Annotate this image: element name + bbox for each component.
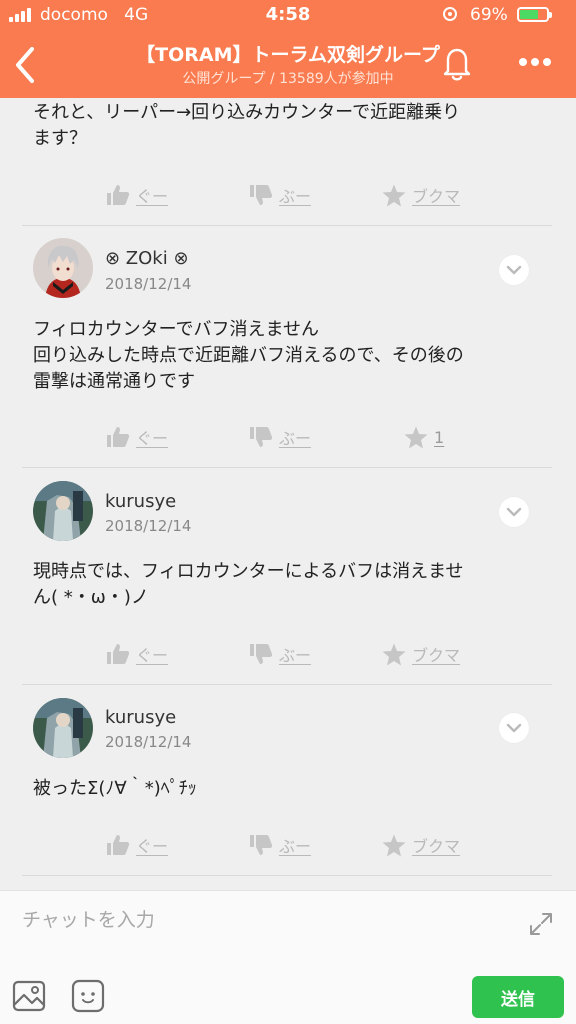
bookmark-button[interactable]: ブクマ [382, 825, 460, 865]
star-icon [382, 184, 406, 206]
bookmark-button[interactable]: 1 [404, 417, 444, 457]
thumbs-up-icon [107, 185, 130, 205]
chevron-left-icon [16, 47, 34, 83]
bookmark-label: ブクマ [412, 837, 461, 856]
back-button[interactable] [12, 45, 38, 85]
post-menu-button[interactable] [499, 255, 529, 285]
divider [22, 467, 552, 468]
orientation-lock-icon [443, 7, 457, 21]
battery-fill [520, 10, 538, 19]
boo-label: ぶー [279, 429, 312, 448]
good-button[interactable]: ぐー [106, 175, 168, 215]
sticker-face-icon [71, 979, 105, 1013]
username[interactable]: kurusye [105, 491, 176, 512]
star-icon [382, 643, 406, 665]
thumbs-up-icon [107, 644, 130, 664]
avatar[interactable] [33, 238, 93, 298]
bookmark-button[interactable]: ブクマ [382, 634, 460, 674]
boo-label: ぶー [279, 646, 312, 665]
post-menu-button[interactable] [499, 713, 529, 743]
username[interactable]: ⊗ ZOki ⊗ [105, 248, 189, 269]
chat-input-area: 送信 [0, 890, 576, 1024]
expand-button[interactable] [528, 911, 554, 937]
good-label: ぐー [136, 187, 169, 206]
status-bar: docomo 4G 4:58 69% [0, 0, 576, 32]
boo-button[interactable]: ぶー [249, 634, 311, 674]
thumbs-up-icon [107, 835, 130, 855]
image-icon [12, 980, 46, 1012]
chevron-down-icon [506, 507, 522, 517]
username[interactable]: kurusye [105, 707, 176, 728]
good-button[interactable]: ぐー [106, 417, 168, 457]
boo-label: ぶー [279, 837, 312, 856]
post-date: 2018/12/14 [105, 275, 192, 293]
divider [22, 225, 552, 226]
app-header: docomo 4G 4:58 69% 【TORAM】トーラム双剣グループ 公開グ… [0, 0, 576, 98]
reaction-bar: ぐー ぶー ブクマ [0, 634, 576, 674]
boo-label: ぶー [279, 187, 312, 206]
battery-percent: 69% [470, 5, 508, 25]
comment-feed[interactable]: それと、リーパー→回り込みカウンターで近距離乗り ます？ ぐー ぶー ブクマ ⊗… [0, 98, 576, 890]
reaction-bar: ぐー ぶー 1 [0, 417, 576, 457]
thumbs-down-icon [250, 835, 273, 855]
expand-arrows-icon [530, 913, 552, 935]
chat-input[interactable] [20, 901, 514, 939]
thumbs-down-icon [250, 185, 273, 205]
battery-icon [517, 7, 552, 22]
thumbs-up-icon [107, 427, 130, 447]
bookmark-label: ブクマ [412, 646, 461, 665]
thumbs-down-icon [250, 644, 273, 664]
chevron-down-icon [506, 723, 522, 733]
bookmark-label: ブクマ [412, 187, 461, 206]
post-date: 2018/12/14 [105, 733, 192, 751]
sticker-button[interactable] [71, 979, 105, 1013]
bookmark-count: 1 [434, 427, 445, 447]
good-button[interactable]: ぐー [106, 825, 168, 865]
post-text: 被ったΣ(ﾉ∀｀*)ﾍﾟﾁｯ [33, 778, 197, 799]
boo-button[interactable]: ぶー [249, 175, 311, 215]
reaction-bar: ぐー ぶー ブクマ [0, 175, 576, 215]
avatar[interactable] [33, 481, 93, 541]
good-button[interactable]: ぐー [106, 634, 168, 674]
divider [22, 684, 552, 685]
bookmark-button[interactable]: ブクマ [382, 175, 460, 215]
boo-button[interactable]: ぶー [249, 825, 311, 865]
post-text: それと、リーパー→回り込みカウンターで近距離乗り ます？ [33, 102, 461, 149]
post-menu-button[interactable] [499, 497, 529, 527]
post-text: フィロカウンターでバフ消えません 回り込みした時点で近距離バフ消えるので、その後… [33, 319, 464, 392]
chevron-down-icon [506, 265, 522, 275]
star-icon [404, 426, 428, 448]
notification-button[interactable] [439, 44, 475, 82]
bell-icon [443, 48, 471, 81]
image-button[interactable] [12, 979, 46, 1013]
boo-button[interactable]: ぶー [249, 417, 311, 457]
post-date: 2018/12/14 [105, 517, 192, 535]
more-options-button[interactable] [515, 52, 555, 72]
thumbs-down-icon [250, 427, 273, 447]
divider [22, 875, 552, 876]
post-text: 現時点では、フィロカウンターによるバフは消えませ ん( *・ω・)ノ [33, 561, 464, 608]
star-icon [382, 834, 406, 856]
more-dots-icon [519, 58, 551, 66]
good-label: ぐー [136, 646, 169, 665]
reaction-bar: ぐー ぶー ブクマ [0, 825, 576, 865]
send-button[interactable]: 送信 [472, 976, 564, 1018]
good-label: ぐー [136, 837, 169, 856]
good-label: ぐー [136, 429, 169, 448]
avatar[interactable] [33, 698, 93, 758]
